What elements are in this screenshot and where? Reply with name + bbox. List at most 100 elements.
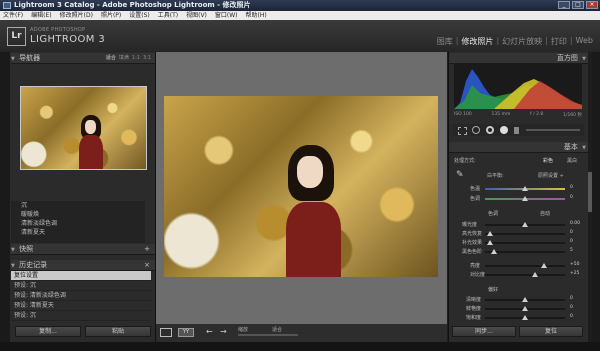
contrast-slider[interactable] bbox=[485, 272, 565, 277]
module-develop[interactable]: 修改照片 bbox=[458, 36, 496, 47]
nav-option-3to1[interactable]: 3:1 bbox=[143, 53, 151, 63]
saturation-slider[interactable] bbox=[485, 315, 565, 320]
preset-item[interactable]: 暖暖焕 bbox=[11, 210, 145, 219]
right-edge-toggle[interactable] bbox=[592, 52, 600, 342]
menu-bar: 文件(F) 编辑(E) 修改照片(D) 照片(P) 设置(S) 工具(T) 视图… bbox=[0, 11, 600, 20]
recovery-slider[interactable] bbox=[485, 231, 565, 236]
exif-info: ISO 100 135 mm f / 2.8 1/160 秒 bbox=[454, 112, 582, 118]
history-item[interactable]: 预设: 清新淡绿色调 bbox=[11, 291, 151, 301]
slider-thumb[interactable] bbox=[532, 272, 538, 277]
minimize-button[interactable]: _ bbox=[558, 1, 570, 9]
slider-thumb[interactable] bbox=[522, 315, 528, 320]
slider-thumb[interactable] bbox=[487, 240, 493, 245]
sync-button[interactable]: 同步... bbox=[452, 326, 516, 337]
graduated-filter-icon[interactable] bbox=[500, 126, 508, 134]
nav-option-fill[interactable]: 填满 bbox=[119, 53, 129, 63]
red-eye-icon[interactable] bbox=[486, 126, 494, 134]
photo-subject-face bbox=[85, 120, 96, 134]
module-web[interactable]: Web bbox=[573, 36, 596, 47]
menu-file[interactable]: 文件(F) bbox=[3, 11, 23, 20]
menu-develop[interactable]: 修改照片(D) bbox=[60, 11, 93, 20]
menu-help[interactable]: 帮助(H) bbox=[246, 11, 267, 20]
white-balance-select[interactable]: 原照设置 ÷ bbox=[538, 172, 564, 179]
copy-settings-button[interactable]: 复制... bbox=[15, 326, 81, 337]
menu-view[interactable]: 视图(V) bbox=[186, 11, 207, 20]
slider-thumb[interactable] bbox=[487, 231, 493, 236]
right-panel-scrollbar[interactable] bbox=[588, 52, 592, 342]
preset-item[interactable]: 清新夏天 bbox=[11, 228, 145, 237]
filmstrip-edge[interactable] bbox=[0, 342, 600, 351]
arrow-left-icon[interactable]: ← bbox=[206, 327, 213, 336]
module-print[interactable]: 打印 bbox=[548, 36, 570, 47]
slider-thumb[interactable] bbox=[522, 297, 528, 302]
saturation-label: 饱和度 bbox=[466, 315, 482, 321]
menu-edit[interactable]: 编辑(E) bbox=[31, 11, 51, 20]
history-item[interactable]: 预设: 沉 bbox=[11, 281, 151, 291]
history-item[interactable]: 预设: 沉 bbox=[11, 311, 151, 321]
preset-item[interactable]: 清新淡绿色调 bbox=[11, 219, 145, 228]
slider-thumb[interactable] bbox=[522, 196, 528, 201]
slider-thumb[interactable] bbox=[522, 222, 528, 227]
nav-option-fit[interactable]: 适合 bbox=[106, 53, 116, 63]
history-item-selected[interactable]: 复位设置 bbox=[11, 271, 151, 281]
history-item[interactable]: 预设: 清新夏天 bbox=[11, 301, 151, 311]
menu-photo[interactable]: 照片(P) bbox=[101, 11, 121, 20]
histogram[interactable] bbox=[454, 63, 582, 109]
zoom-value: 适合 bbox=[272, 327, 283, 333]
navigator-header[interactable]: ▼ 导航器 适合 填满 1:1 3:1 bbox=[11, 53, 155, 64]
module-slideshow[interactable]: 幻灯片放映 bbox=[499, 36, 545, 47]
preset-item[interactable]: 沉 bbox=[11, 201, 145, 210]
menu-tools[interactable]: 工具(T) bbox=[158, 11, 178, 20]
zoom-label: 缩放 bbox=[238, 327, 249, 333]
exposure-slider[interactable] bbox=[485, 222, 565, 227]
temp-slider[interactable] bbox=[485, 186, 565, 191]
history-list: 复位设置 预设: 沉 预设: 清新淡绿色调 预设: 清新夏天 预设: 沉 bbox=[11, 271, 151, 321]
nav-option-1to1[interactable]: 1:1 bbox=[132, 53, 140, 63]
treatment-bw[interactable]: 黑白 bbox=[567, 157, 577, 164]
slider-thumb[interactable] bbox=[541, 263, 547, 268]
slider-thumb[interactable] bbox=[522, 186, 528, 191]
close-button[interactable]: × bbox=[586, 1, 598, 9]
menu-window[interactable]: 窗口(W) bbox=[215, 11, 238, 20]
history-header[interactable]: ▼ 历史记录 × bbox=[11, 260, 155, 271]
window-titlebar: Lightroom 3 Catalog - Adobe Photoshop Li… bbox=[0, 0, 600, 11]
loupe-view-icon[interactable] bbox=[160, 328, 172, 337]
reset-button[interactable]: 复位 bbox=[519, 326, 583, 337]
brightness-slider[interactable] bbox=[485, 263, 565, 268]
crop-tool-icon[interactable] bbox=[458, 127, 467, 135]
navigator-preview[interactable] bbox=[20, 86, 147, 170]
eyedropper-icon[interactable]: ✎ bbox=[456, 170, 464, 180]
arrow-right-icon[interactable]: → bbox=[220, 327, 227, 336]
before-after-icon[interactable]: YY bbox=[178, 328, 194, 337]
focal-length: 135 mm bbox=[491, 112, 511, 117]
clarity-slider[interactable] bbox=[485, 297, 565, 302]
auto-tone-button[interactable]: 自动 bbox=[540, 210, 550, 217]
photo-subject-face bbox=[297, 156, 323, 188]
tint-slider[interactable] bbox=[485, 196, 565, 201]
blacks-value: 5 bbox=[570, 248, 573, 253]
recovery-value: 0 bbox=[570, 230, 573, 235]
menu-settings[interactable]: 设置(S) bbox=[129, 11, 150, 20]
spot-removal-icon[interactable] bbox=[472, 126, 480, 134]
snapshots-header[interactable]: ▼ 快照 + bbox=[11, 244, 155, 255]
paste-settings-button[interactable]: 粘贴 bbox=[85, 326, 151, 337]
slider-thumb[interactable] bbox=[491, 249, 497, 254]
maximize-button[interactable]: □ bbox=[572, 1, 584, 9]
blacks-slider[interactable] bbox=[485, 249, 565, 254]
treatment-color[interactable]: 彩色 bbox=[543, 157, 553, 164]
add-snapshot-button[interactable]: + bbox=[144, 244, 150, 254]
left-edge-toggle[interactable] bbox=[0, 52, 10, 342]
clear-history-button[interactable]: × bbox=[144, 260, 150, 270]
navigator-title: 导航器 bbox=[19, 54, 41, 62]
basic-header[interactable]: 基本 ▼ bbox=[449, 142, 588, 153]
vibrance-slider[interactable] bbox=[485, 306, 565, 311]
tool-strip-slider[interactable] bbox=[526, 129, 580, 131]
basic-title: 基本 bbox=[563, 143, 578, 151]
adjustment-brush-icon[interactable] bbox=[514, 127, 519, 134]
slider-thumb[interactable] bbox=[522, 306, 528, 311]
module-library[interactable]: 图库 bbox=[434, 36, 456, 47]
fill-light-slider[interactable] bbox=[485, 240, 565, 245]
contrast-label: 对比度 bbox=[470, 272, 486, 278]
scrollbar-thumb[interactable] bbox=[588, 172, 592, 212]
zoom-slider[interactable] bbox=[238, 334, 298, 336]
